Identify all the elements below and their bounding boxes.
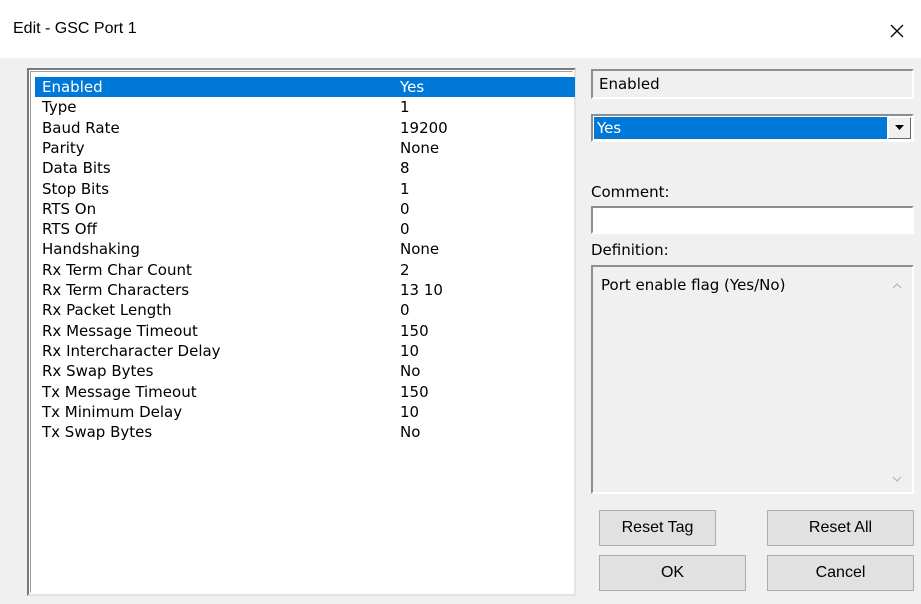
list-item-value: None (400, 138, 440, 157)
dialog-body: Enabled Yes Type 1 Baud Rate 19200 Parity None D… (0, 58, 921, 604)
ok-button[interactable]: OK (599, 555, 746, 591)
definition-label: Definition: (591, 241, 669, 259)
list-item-key: Rx Swap Bytes (42, 362, 154, 381)
value-dropdown[interactable]: Yes (591, 114, 914, 142)
list-item-key: Type (42, 98, 77, 117)
list-item-value: 8 (400, 159, 410, 178)
list-item-value: 1 (400, 98, 410, 117)
definition-text: Port enable flag (Yes/No) (601, 276, 786, 294)
list-item-value: 0 (400, 199, 410, 218)
list-item-key: Parity (42, 138, 85, 157)
list-item-value: No (400, 423, 421, 442)
list-item[interactable]: Tx Message Timeout 150 (35, 382, 575, 402)
list-item-key: Rx Intercharacter Delay (42, 341, 221, 360)
window-title: Edit - GSC Port 1 (13, 20, 137, 37)
list-item-key: Rx Message Timeout (42, 321, 198, 340)
list-item-value: 0 (400, 220, 410, 239)
list-item[interactable]: Tx Minimum Delay 10 (35, 402, 575, 422)
list-item[interactable]: Rx Term Char Count 2 (35, 260, 575, 280)
title-bar: Edit - GSC Port 1 (0, 0, 921, 58)
list-item-key: Handshaking (42, 240, 140, 259)
list-item-value: 1 (400, 179, 410, 198)
comment-input[interactable] (591, 206, 914, 234)
list-item[interactable]: RTS On 0 (35, 199, 575, 219)
list-item-key: RTS On (42, 199, 97, 218)
list-item-value: 150 (400, 321, 429, 340)
list-item[interactable]: Stop Bits 1 (35, 179, 575, 199)
list-item-value: 10 (400, 341, 420, 360)
list-item-key: Rx Packet Length (42, 301, 172, 320)
list-item-key: Enabled (42, 78, 103, 96)
dropdown-button[interactable] (888, 117, 911, 139)
chevron-down-icon (895, 125, 904, 130)
list-item[interactable]: Parity None (35, 138, 575, 158)
list-item[interactable]: Type 1 (35, 97, 575, 117)
list-item-value: No (400, 362, 421, 381)
reset-tag-button[interactable]: Reset Tag (599, 510, 716, 546)
list-item[interactable]: Rx Packet Length 0 (35, 300, 575, 320)
list-item-key: Tx Swap Bytes (42, 423, 153, 442)
parameter-list[interactable]: Enabled Yes Type 1 Baud Rate 19200 Parity None D… (27, 68, 576, 596)
list-item[interactable]: Rx Swap Bytes No (35, 361, 575, 381)
close-icon (890, 24, 904, 38)
list-item-value: 13 10 (400, 281, 443, 299)
list-item-key: RTS Off (42, 220, 97, 239)
scroll-up-icon[interactable] (892, 283, 902, 289)
list-item[interactable]: Baud Rate 19200 (35, 118, 575, 138)
list-item[interactable]: Data Bits 8 (35, 158, 575, 178)
list-item-value: 19200 (400, 118, 448, 137)
list-item-key: Tx Minimum Delay (42, 402, 183, 421)
list-item-key: Stop Bits (42, 179, 110, 198)
list-item[interactable]: Handshaking None (35, 239, 575, 259)
list-item-key: Data Bits (42, 159, 111, 178)
list-item-key: Baud Rate (42, 118, 120, 137)
list-item[interactable]: RTS Off 0 (35, 219, 575, 239)
list-item-value: 0 (400, 301, 410, 320)
definition-box: Port enable flag (Yes/No) (591, 265, 914, 494)
cancel-button[interactable]: Cancel (767, 555, 914, 591)
close-button[interactable] (880, 14, 914, 48)
list-item[interactable]: Enabled Yes (35, 77, 575, 97)
scroll-down-icon[interactable] (892, 476, 902, 482)
list-item-value: Yes (400, 78, 425, 96)
list-item[interactable]: Rx Message Timeout 150 (35, 321, 575, 341)
list-item-key: Rx Term Char Count (42, 260, 192, 279)
list-item-value: 2 (400, 260, 410, 279)
dropdown-value: Yes (594, 117, 887, 139)
list-item-key: Rx Term Characters (42, 281, 190, 299)
list-item-value: 10 (400, 402, 420, 421)
list-item[interactable]: Tx Swap Bytes No (35, 422, 575, 442)
list-item-key: Tx Message Timeout (42, 382, 197, 401)
comment-label: Comment: (591, 183, 670, 201)
list-item[interactable]: Rx Term Characters 13 10 (35, 280, 575, 300)
selected-field-name: Enabled (591, 69, 914, 99)
list-item-value: 150 (400, 382, 429, 401)
reset-all-button[interactable]: Reset All (767, 510, 914, 546)
list-item[interactable]: Rx Intercharacter Delay 10 (35, 341, 575, 361)
list-item-value: None (400, 240, 440, 259)
